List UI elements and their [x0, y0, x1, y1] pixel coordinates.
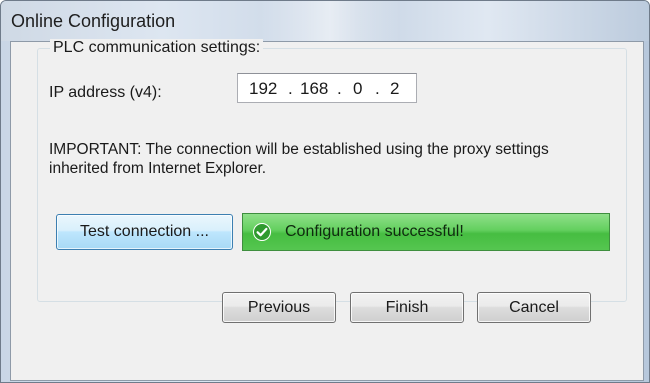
- status-banner: Configuration successful!: [242, 213, 610, 251]
- ip-dot-2: .: [337, 79, 342, 98]
- group-legend: PLC communication settings:: [50, 39, 264, 57]
- ip-octet-1[interactable]: 192: [249, 79, 277, 99]
- ip-dot-3: .: [375, 79, 380, 98]
- status-text: Configuration successful!: [285, 223, 464, 240]
- previous-button[interactable]: Previous: [222, 292, 336, 323]
- ip-address-input[interactable]: 192 . 168 . 0 . 2: [237, 73, 417, 103]
- test-connection-button[interactable]: Test connection ...: [56, 214, 233, 250]
- ip-octet-3[interactable]: 0: [353, 79, 362, 99]
- window-title: Online Configuration: [11, 11, 176, 31]
- ip-address-label: IP address (v4):: [49, 84, 162, 101]
- ip-dot-1: .: [288, 79, 293, 98]
- online-configuration-dialog: Online Configuration PLC communication s…: [0, 0, 650, 383]
- finish-button[interactable]: Finish: [350, 292, 464, 323]
- ip-octet-2[interactable]: 168: [300, 79, 328, 99]
- check-circle-icon: [253, 223, 271, 241]
- proxy-notice-text: IMPORTANT: The connection will be establ…: [49, 141, 549, 177]
- cancel-button[interactable]: Cancel: [477, 292, 591, 323]
- ip-octet-4[interactable]: 2: [390, 79, 399, 99]
- title-bar[interactable]: Online Configuration: [1, 1, 649, 41]
